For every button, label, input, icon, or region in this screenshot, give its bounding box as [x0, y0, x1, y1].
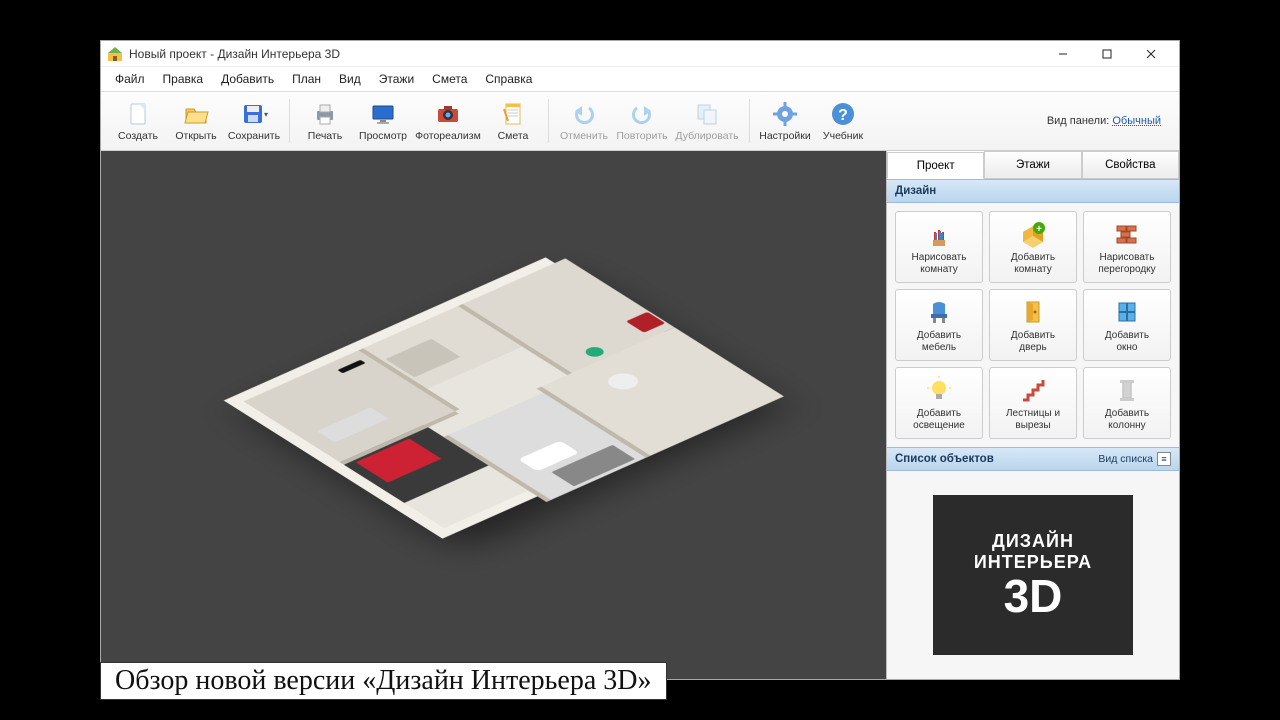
- panel-mode-link[interactable]: Обычный: [1112, 115, 1161, 127]
- bulb-icon: [924, 375, 954, 405]
- tool-grid: Нарисоватькомнату + Добавитькомнату Нари…: [887, 203, 1179, 447]
- redo-icon: [628, 100, 656, 128]
- section-objects: Список объектов Вид списка ≡: [887, 447, 1179, 471]
- window-icon: [1112, 297, 1142, 327]
- app-icon: [107, 46, 123, 62]
- window-title: Новый проект - Дизайн Интерьера 3D: [129, 47, 1041, 61]
- duplicate-button[interactable]: Дублировать: [671, 94, 743, 148]
- side-tabs: Проект Этажи Свойства: [887, 151, 1179, 179]
- draw-partition-button[interactable]: Нарисоватьперегородку: [1083, 211, 1171, 283]
- svg-text:+: +: [1036, 224, 1042, 235]
- preview-button[interactable]: Просмотр: [354, 94, 412, 148]
- menu-edit[interactable]: Правка: [155, 69, 212, 89]
- tab-floors[interactable]: Этажи: [984, 151, 1081, 178]
- undo-icon: [570, 100, 598, 128]
- menu-view[interactable]: Вид: [331, 69, 369, 89]
- document-icon: [499, 100, 527, 128]
- stairs-icon: [1018, 375, 1048, 405]
- main-area: Проект Этажи Свойства Дизайн Нарисоватьк…: [101, 151, 1179, 679]
- toolbar: Создать Открыть ▾ Сохранить Печать: [101, 91, 1179, 151]
- titlebar: Новый проект - Дизайн Интерьера 3D: [101, 41, 1179, 67]
- add-light-button[interactable]: Добавитьосвещение: [895, 367, 983, 439]
- object-list: ДИЗАЙН ИНТЕРЬЕРА 3D: [887, 471, 1179, 679]
- settings-button[interactable]: Настройки: [756, 94, 814, 148]
- printer-icon: [311, 100, 339, 128]
- dropdown-icon: ▾: [264, 110, 268, 119]
- add-window-button[interactable]: Добавитьокно: [1083, 289, 1171, 361]
- camera-icon: [434, 100, 462, 128]
- menu-estimate[interactable]: Смета: [424, 69, 475, 89]
- monitor-icon: [369, 100, 397, 128]
- menu-file[interactable]: Файл: [107, 69, 153, 89]
- menu-plan[interactable]: План: [284, 69, 329, 89]
- save-button[interactable]: ▾ Сохранить: [225, 94, 283, 148]
- undo-button[interactable]: Отменить: [555, 94, 613, 148]
- svg-text:?: ?: [838, 107, 848, 124]
- tab-project[interactable]: Проект: [887, 152, 984, 179]
- add-column-button[interactable]: Добавитьколонну: [1083, 367, 1171, 439]
- menu-floors[interactable]: Этажи: [371, 69, 422, 89]
- door-icon: [1018, 297, 1048, 327]
- tutorial-button[interactable]: ? Учебник: [814, 94, 872, 148]
- create-button[interactable]: Создать: [109, 94, 167, 148]
- column-icon: [1112, 375, 1142, 405]
- panel-mode: Вид панели: Обычный: [1047, 115, 1171, 127]
- add-door-button[interactable]: Добавитьдверь: [989, 289, 1077, 361]
- gear-icon: [771, 100, 799, 128]
- list-view-label: Вид списка: [1098, 453, 1153, 465]
- tab-properties[interactable]: Свойства: [1082, 151, 1179, 178]
- wall-icon: [1112, 219, 1142, 249]
- 3d-viewport[interactable]: [101, 151, 887, 679]
- estimate-button[interactable]: Смета: [484, 94, 542, 148]
- section-design: Дизайн: [887, 179, 1179, 203]
- close-button[interactable]: [1129, 41, 1173, 67]
- redo-button[interactable]: Повторить: [613, 94, 671, 148]
- brush-icon: [924, 219, 954, 249]
- app-window: Новый проект - Дизайн Интерьера 3D Файл …: [100, 40, 1180, 680]
- print-button[interactable]: Печать: [296, 94, 354, 148]
- video-caption: Обзор новой версии «Дизайн Интерьера 3D»: [100, 662, 667, 700]
- logo-box: ДИЗАЙН ИНТЕРЬЕРА 3D: [933, 495, 1133, 655]
- draw-room-button[interactable]: Нарисоватькомнату: [895, 211, 983, 283]
- add-furniture-button[interactable]: Добавитьмебель: [895, 289, 983, 361]
- stairs-button[interactable]: Лестницы ивырезы: [989, 367, 1077, 439]
- photorealism-button[interactable]: Фотореализм: [412, 94, 484, 148]
- help-icon: ?: [829, 100, 857, 128]
- duplicate-icon: [693, 100, 721, 128]
- list-view-icon[interactable]: ≡: [1157, 452, 1171, 466]
- maximize-button[interactable]: [1085, 41, 1129, 67]
- add-room-button[interactable]: + Добавитькомнату: [989, 211, 1077, 283]
- menubar: Файл Правка Добавить План Вид Этажи Смет…: [101, 67, 1179, 91]
- menu-add[interactable]: Добавить: [213, 69, 282, 89]
- menu-help[interactable]: Справка: [477, 69, 540, 89]
- new-icon: [124, 100, 152, 128]
- minimize-button[interactable]: [1041, 41, 1085, 67]
- save-icon: ▾: [240, 100, 268, 128]
- side-panel: Проект Этажи Свойства Дизайн Нарисоватьк…: [887, 151, 1179, 679]
- open-button[interactable]: Открыть: [167, 94, 225, 148]
- chair-icon: [924, 297, 954, 327]
- add-room-icon: +: [1018, 219, 1048, 249]
- folder-icon: [182, 100, 210, 128]
